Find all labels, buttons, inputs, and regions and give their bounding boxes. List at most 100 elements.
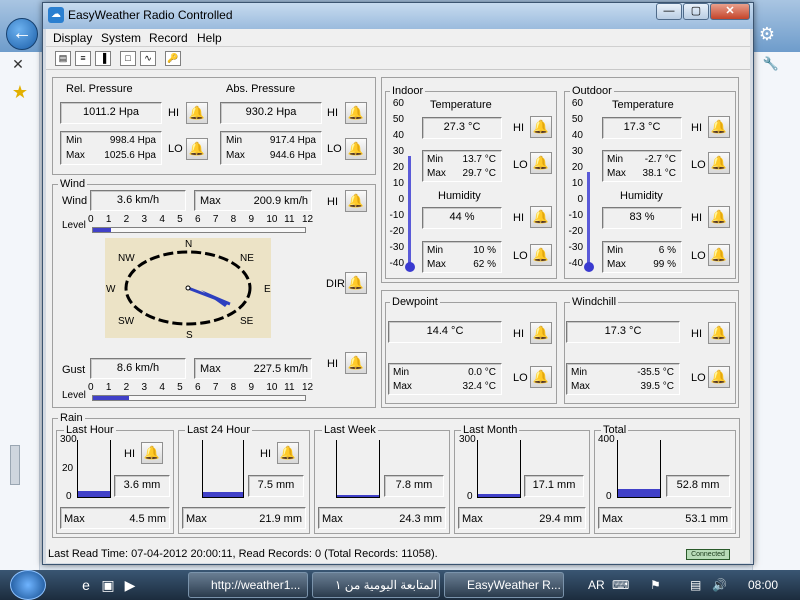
outdoor-thermo-tick--40: -40 — [568, 258, 583, 269]
abs-hi-alarm-bell-icon[interactable]: 🔔 — [345, 102, 367, 124]
outdoor-thermo-tick-0: 0 — [577, 194, 583, 205]
wind-level-label: Level — [62, 220, 86, 231]
volume-icon[interactable]: 🔊 — [712, 578, 727, 592]
wind-level-tick-0: 0 — [88, 214, 94, 225]
dewpoint-lo-alarm-bell-icon[interactable]: 🔔 — [530, 366, 552, 388]
menu-record[interactable]: Record — [149, 31, 188, 45]
indoor-temp-title: Temperature — [430, 99, 492, 111]
rel-lo-alarm-bell-icon[interactable]: 🔔 — [186, 138, 208, 160]
wind-level-tick-7: 7 — [212, 214, 219, 225]
indoor-hum-lo-alarm-bell-icon[interactable]: 🔔 — [530, 244, 552, 266]
tools-icon[interactable]: 🔧 — [760, 56, 782, 74]
outdoor-temp-lo-alarm-bell-icon[interactable]: 🔔 — [708, 152, 730, 174]
gust-level-fill — [93, 396, 129, 400]
menu-help[interactable]: Help — [197, 31, 222, 45]
taskbar-item-arabic[interactable]: المتابعة اليومية من ١ — [312, 572, 440, 598]
windchill-hi-label: HI — [691, 328, 702, 340]
taskbar-item-easyweather[interactable]: EasyWeather R... — [444, 572, 564, 598]
outdoor-hum-max-value: 99 % — [653, 259, 676, 270]
minimize-button[interactable]: — — [656, 3, 682, 20]
indoor-thermo-tick--20: -20 — [389, 226, 404, 237]
dir-alarm-bell-icon[interactable]: 🔔 — [345, 272, 367, 294]
gust-level-tick-12: 12 — [302, 382, 314, 393]
windchill-lo-alarm-bell-icon[interactable]: 🔔 — [708, 366, 730, 388]
maximize-button[interactable]: ▢ — [683, 3, 709, 20]
gust-level-scale: 0 1 2 3 4 5 6 7 8 9 10 11 12 — [88, 382, 316, 404]
gear-icon[interactable]: ⚙ — [757, 24, 777, 44]
rain-last-hour-scale-low: 0 — [66, 491, 72, 502]
gust-level-tick-1: 1 — [105, 382, 112, 393]
outdoor-hum-hi-alarm-bell-icon[interactable]: 🔔 — [708, 206, 730, 228]
flag-icon[interactable]: ⚑ — [650, 578, 661, 592]
toolbar-graph-icon[interactable]: ∿ — [140, 51, 156, 66]
indoor-hum-max-label: Max — [427, 259, 446, 270]
toolbar-window-icon[interactable]: □ — [120, 51, 136, 66]
outdoor-temp-max-value: 38.1 °C — [642, 168, 676, 179]
dewpoint-hi-alarm-bell-icon[interactable]: 🔔 — [530, 322, 552, 344]
rain-last-hour-alarm-bell-icon[interactable]: 🔔 — [141, 442, 163, 464]
rel-pressure-title: Rel. Pressure — [64, 83, 135, 95]
close-icon[interactable]: ✕ — [8, 56, 28, 74]
rain-last-24-gauge — [202, 440, 244, 498]
wind-level-tick-5: 5 — [177, 214, 183, 225]
scrollbar-thumb[interactable] — [10, 445, 20, 485]
outdoor-temp-hi-alarm-bell-icon[interactable]: 🔔 — [708, 116, 730, 138]
dewpoint-min-value: 0.0 °C — [468, 367, 496, 378]
start-button[interactable] — [10, 570, 46, 600]
rel-hi-alarm-bell-icon[interactable]: 🔔 — [186, 102, 208, 124]
rain-last-24-alarm-bell-icon[interactable]: 🔔 — [277, 442, 299, 464]
toolbar-history-icon[interactable]: ▐ — [95, 51, 111, 66]
keyboard-icon[interactable]: ⌨ — [612, 578, 629, 592]
rain-last-24-hi-label: HI — [260, 448, 271, 460]
compass-sw-label: SW — [118, 316, 135, 327]
clock[interactable]: 08:00 — [748, 578, 778, 592]
gust-level-tick-9: 9 — [248, 382, 255, 393]
rain-last-month-bar — [478, 494, 520, 497]
outdoor-hum-lo-alarm-bell-icon[interactable]: 🔔 — [708, 244, 730, 266]
toolbar-settings-icon[interactable]: ≡ — [75, 51, 91, 66]
rain-title: Rain — [58, 412, 85, 424]
favorites-star-icon[interactable]: ★ — [9, 82, 31, 102]
rain-total-scale-top: 400 — [598, 434, 615, 445]
taskbar-item-browser[interactable]: http://weather1... — [188, 572, 308, 598]
media-quicklaunch-icon[interactable]: ▶ — [120, 575, 140, 595]
outdoor-hum-lo-label: LO — [691, 250, 706, 262]
indoor-hum-hi-alarm-bell-icon[interactable]: 🔔 — [530, 206, 552, 228]
dewpoint-max-label: Max — [393, 381, 412, 392]
indoor-hum-hi-label: HI — [513, 212, 524, 224]
toolbar-display-icon[interactable]: ▤ — [55, 51, 71, 66]
indoor-temp-hi-alarm-bell-icon[interactable]: 🔔 — [530, 116, 552, 138]
abs-lo-alarm-bell-icon[interactable]: 🔔 — [345, 138, 367, 160]
dewpoint-max-value: 32.4 °C — [462, 381, 496, 392]
abs-max-value: 944.6 Hpa — [269, 150, 316, 161]
compass-se-label: SE — [240, 316, 254, 327]
rel-min-label: Min — [66, 135, 83, 146]
rain-last-week-value: 7.8 mm — [384, 475, 444, 497]
outdoor-thermo-bulb — [584, 262, 594, 272]
wind-level-tick-6: 6 — [195, 214, 201, 225]
wind-level-tick-10: 10 — [266, 214, 278, 225]
indoor-temp-lo-alarm-bell-icon[interactable]: 🔔 — [530, 152, 552, 174]
indoor-hum-title: Humidity — [438, 190, 481, 202]
menu-system[interactable]: System — [101, 31, 141, 45]
language-indicator[interactable]: AR — [588, 578, 605, 592]
menu-display[interactable]: Display — [53, 31, 92, 45]
rain-last-week-bar — [337, 495, 379, 497]
wind-level-tick-12: 12 — [302, 214, 314, 225]
windchill-hi-alarm-bell-icon[interactable]: 🔔 — [708, 322, 730, 344]
network-icon[interactable]: ▤ — [690, 578, 701, 592]
wind-hi-alarm-bell-icon[interactable]: 🔔 — [345, 190, 367, 212]
browser-back-button[interactable]: ← — [6, 18, 38, 50]
ie-quicklaunch-icon[interactable]: e — [76, 575, 96, 595]
close-button[interactable]: ✕ — [710, 3, 750, 20]
dewpoint-hi-label: HI — [513, 328, 524, 340]
gust-hi-alarm-bell-icon[interactable]: 🔔 — [345, 352, 367, 374]
rain-total-scale-low: 0 — [606, 491, 612, 502]
toolbar-alarm-icon[interactable]: 🔑 — [165, 51, 181, 66]
rain-total-max-label: Max — [602, 513, 623, 525]
wind-level-track — [92, 227, 306, 233]
outdoor-hum-min-label: Min — [607, 245, 624, 256]
outdoor-hum-min-value: 6 % — [658, 245, 676, 256]
indoor-thermo-tick-30: 30 — [392, 146, 404, 157]
explorer-quicklaunch-icon[interactable]: ▣ — [98, 575, 118, 595]
